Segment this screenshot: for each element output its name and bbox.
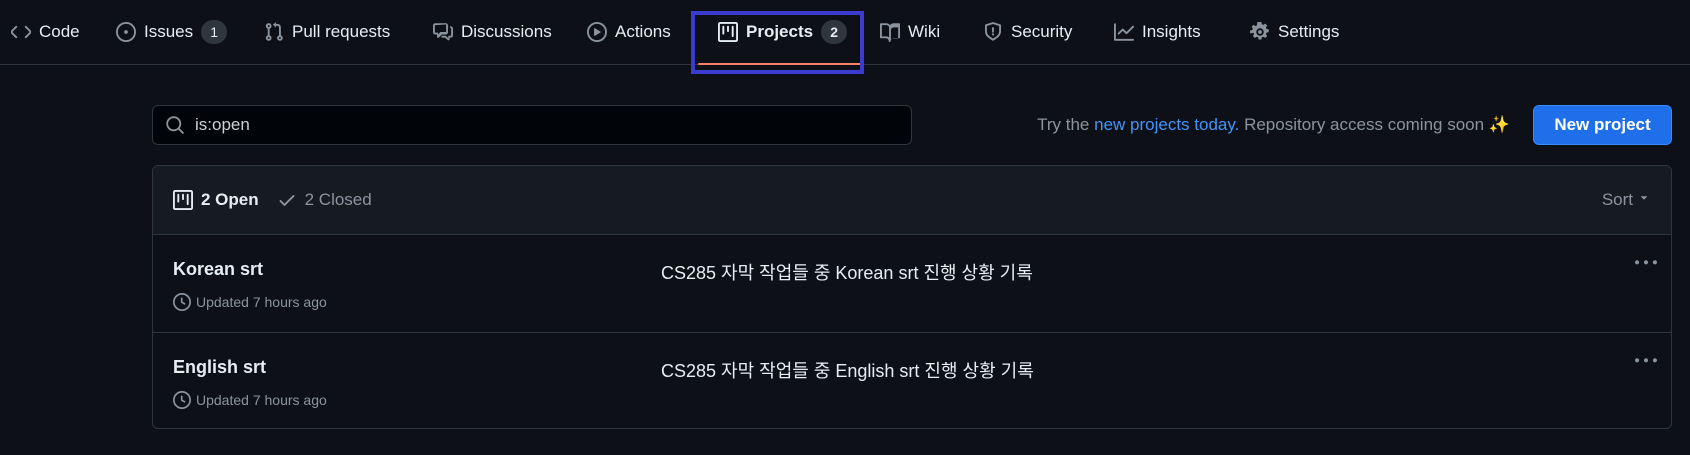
sort-label: Sort (1601, 190, 1633, 209)
project-updated: Updated 7 hours ago (196, 392, 327, 408)
closed-filter[interactable]: 2 Closed (277, 190, 372, 210)
table-icon (173, 190, 193, 210)
check-icon (277, 190, 297, 210)
comment-discussion-icon (433, 22, 453, 42)
open-filter[interactable]: 2 Open (173, 190, 259, 210)
shield-icon (983, 22, 1003, 42)
tab-label: Actions (615, 22, 671, 41)
tab-actions[interactable]: Actions (587, 0, 671, 64)
project-row: Korean srt Updated 7 hours ago CS285 자막 … (153, 235, 1671, 333)
tab-label: Security (1011, 22, 1073, 41)
project-meta: Updated 7 hours ago (173, 391, 327, 409)
tab-label: Code (39, 22, 80, 41)
tab-label: Discussions (461, 22, 552, 41)
tab-label: Wiki (908, 22, 941, 41)
projects-list: 2 Open 2 Closed Sort Korean srt Updated … (152, 165, 1672, 429)
project-description: CS285 자막 작업들 중 Korean srt 진행 상황 기록 (661, 263, 1033, 283)
tab-wiki[interactable]: Wiki (880, 0, 940, 64)
tab-discussions[interactable]: Discussions (433, 0, 552, 64)
triangle-down-icon (1637, 190, 1651, 210)
book-icon (880, 22, 900, 42)
project-title[interactable]: English srt (173, 357, 266, 378)
graph-icon (1114, 22, 1134, 42)
promo-suffix: Repository access coming soon (1244, 115, 1485, 134)
project-description: CS285 자막 작업들 중 English srt 진행 상황 기록 (661, 361, 1034, 381)
project-updated: Updated 7 hours ago (196, 294, 327, 310)
tab-label: Pull requests (292, 22, 391, 41)
search-icon (165, 115, 185, 135)
promo-prefix: Try the (1037, 115, 1090, 134)
tab-insights[interactable]: Insights (1114, 0, 1201, 64)
issue-opened-icon (116, 22, 136, 42)
search-input[interactable] (185, 107, 911, 143)
projects-list-header: 2 Open 2 Closed Sort (153, 166, 1671, 235)
code-icon (11, 22, 31, 42)
issues-count-badge: 1 (201, 20, 228, 44)
search-box[interactable] (152, 105, 912, 145)
project-row: English srt Updated 7 hours ago CS285 자막… (153, 333, 1671, 428)
tab-security[interactable]: Security (983, 0, 1072, 64)
gear-icon (1250, 22, 1270, 42)
promo-banner: Try the new projects today. Repository a… (1037, 115, 1510, 135)
sparkles-icon: ✨ (1488, 115, 1510, 134)
tab-pull-requests[interactable]: Pull requests (264, 0, 390, 64)
kebab-horizontal-icon[interactable] (1631, 251, 1661, 275)
open-count-label: 2 Open (201, 190, 259, 209)
git-pull-request-icon (264, 22, 284, 42)
project-title[interactable]: Korean srt (173, 259, 263, 280)
tab-issues[interactable]: Issues 1 (116, 0, 228, 64)
new-projects-link[interactable]: new projects today. (1094, 115, 1239, 134)
play-icon (587, 22, 607, 42)
new-project-button[interactable]: New project (1533, 105, 1672, 145)
tab-label: Issues (144, 22, 194, 41)
highlight-annotation-box (691, 11, 864, 74)
project-meta: Updated 7 hours ago (173, 293, 327, 311)
clock-icon (173, 293, 191, 311)
tab-settings[interactable]: Settings (1250, 0, 1339, 64)
tab-label: Insights (1142, 22, 1201, 41)
tab-label: Settings (1278, 22, 1340, 41)
clock-icon (173, 391, 191, 409)
sort-dropdown[interactable]: Sort (1602, 166, 1651, 234)
closed-count-label: 2 Closed (304, 190, 372, 209)
tab-code[interactable]: Code (11, 0, 80, 64)
kebab-horizontal-icon[interactable] (1631, 349, 1661, 373)
